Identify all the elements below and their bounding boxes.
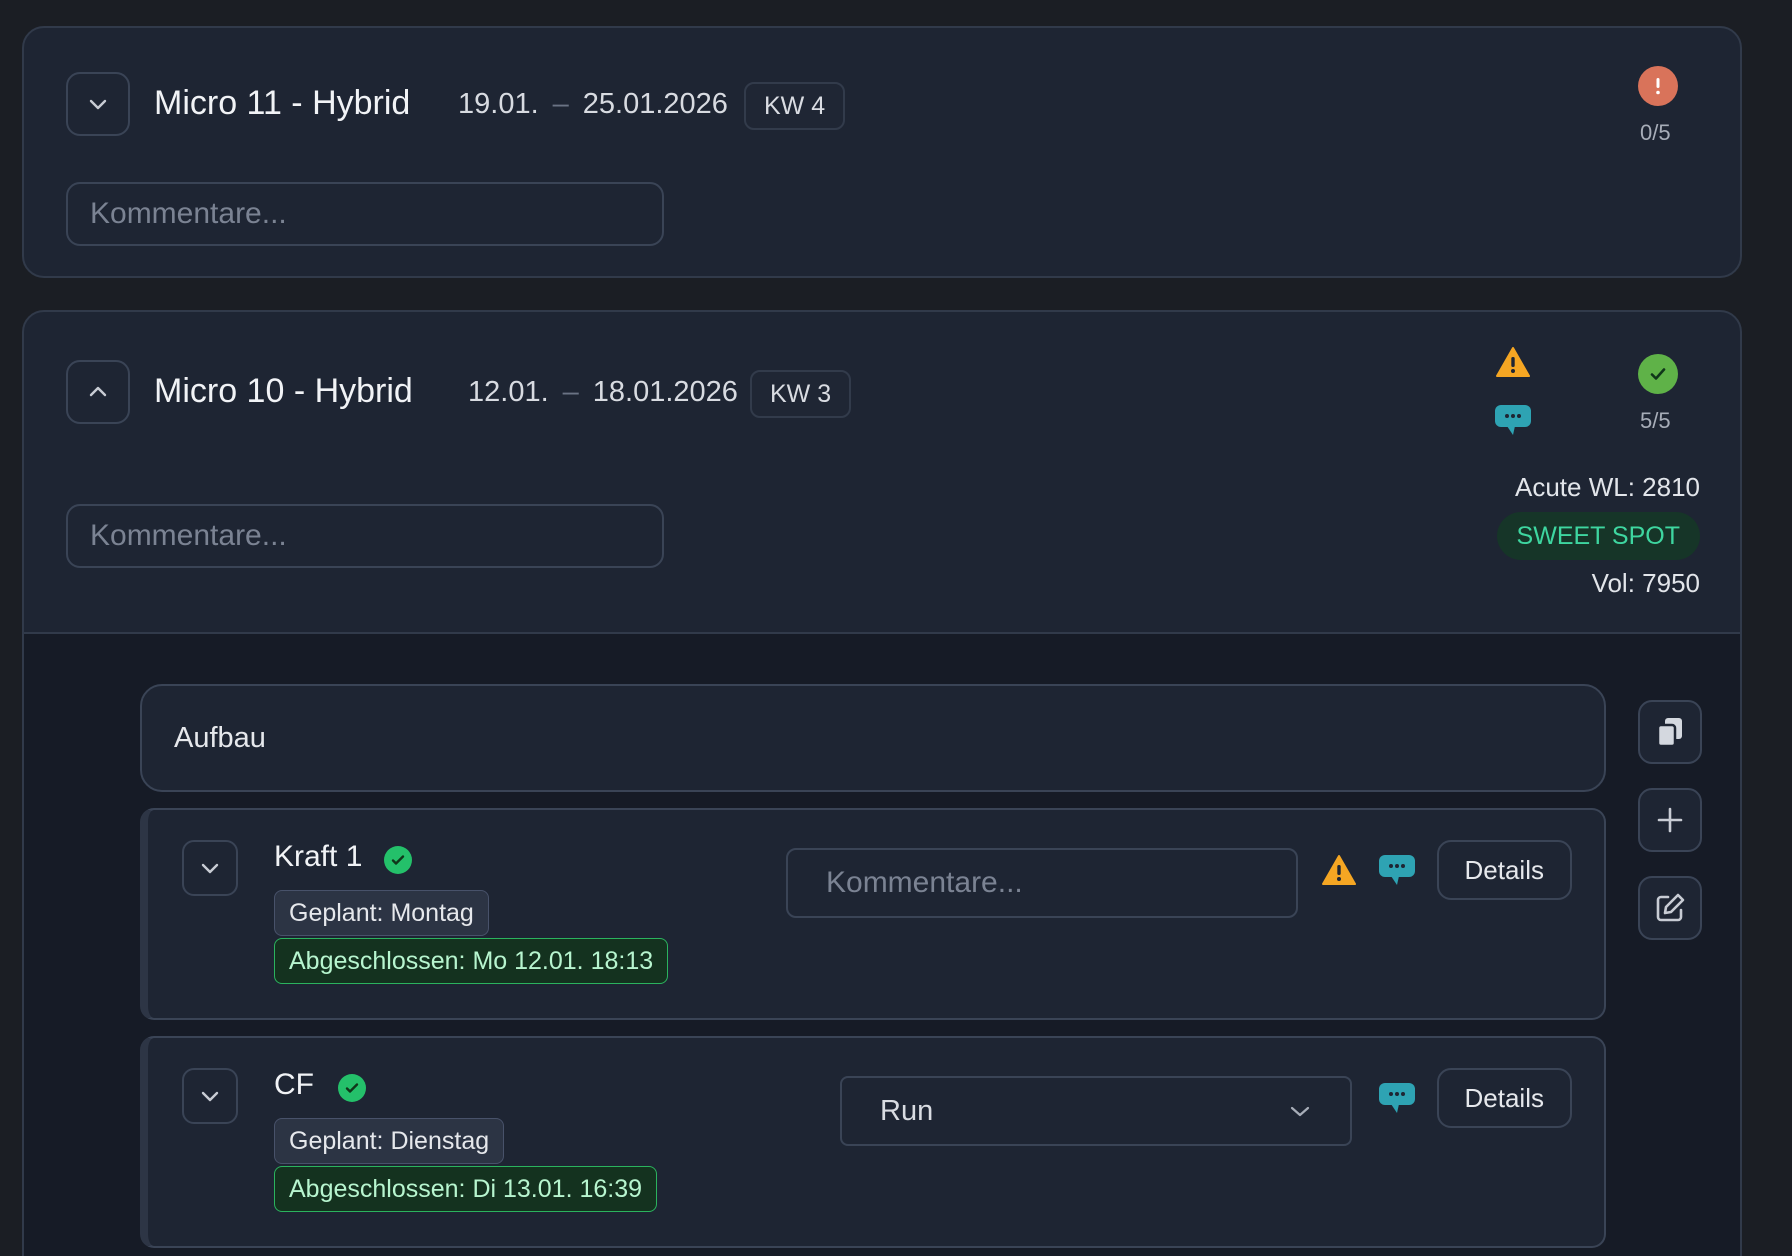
- copy-icon: [1656, 718, 1682, 748]
- page: Micro 11 - Hybrid 19.01. –25.01.2026 KW 4…: [0, 0, 1792, 1256]
- micro-dates: 12.01. –18.01.2026: [468, 376, 738, 409]
- workout-card: Kraft 1 Geplant: Montag Abgeschlossen: M…: [140, 808, 1606, 1020]
- section-header[interactable]: Aufbau: [140, 684, 1606, 792]
- chat-icon[interactable]: [1494, 404, 1532, 438]
- acute-workload: Acute WL: 2810: [1515, 472, 1700, 502]
- edit-button[interactable]: [1638, 876, 1702, 940]
- section-label: Aufbau: [174, 721, 266, 754]
- check-icon: [338, 1074, 366, 1102]
- date-end: 25.01.2026: [582, 88, 728, 120]
- expand-workout-button[interactable]: [182, 840, 238, 896]
- check-icon: [384, 846, 412, 874]
- copy-button[interactable]: [1638, 700, 1702, 764]
- micro-title: Micro 11 - Hybrid: [154, 84, 411, 122]
- workout-name: Kraft 1: [274, 840, 363, 873]
- edit-icon: [1656, 893, 1685, 922]
- workout-comment-input[interactable]: [786, 848, 1298, 918]
- volume: Vol: 7950: [1591, 568, 1700, 598]
- chevron-down-icon: [201, 1091, 219, 1102]
- chat-icon[interactable]: [1378, 1082, 1416, 1116]
- micro-card-11: Micro 11 - Hybrid 19.01. –25.01.2026 KW 4…: [22, 26, 1742, 278]
- alert-icon: [1638, 66, 1678, 106]
- completed-badge: Abgeschlossen: Mo 12.01. 18:13: [274, 938, 669, 984]
- chevron-up-icon: [89, 386, 107, 397]
- week-badge: KW 4: [744, 82, 846, 130]
- planned-badge: Geplant: Montag: [274, 890, 489, 936]
- date-separator: –: [552, 88, 569, 120]
- plus-icon: [1657, 807, 1683, 833]
- micro-dates: 19.01. –25.01.2026: [458, 88, 728, 121]
- workout-card: CF Geplant: Dienstag Abgeschlossen: Di 1…: [140, 1036, 1606, 1248]
- chevron-down-icon: [201, 863, 219, 874]
- week-badge: KW 3: [750, 370, 852, 418]
- activity-select[interactable]: Run: [840, 1076, 1352, 1146]
- comment-input[interactable]: [66, 504, 664, 568]
- micro-card-10: Micro 10 - Hybrid 12.01. –18.01.2026 KW 3…: [22, 310, 1742, 1256]
- expand-toggle-button[interactable]: [66, 72, 130, 136]
- complete-icon: [1638, 354, 1678, 394]
- completed-badge: Abgeschlossen: Di 13.01. 16:39: [274, 1166, 658, 1212]
- collapse-toggle-button[interactable]: [66, 360, 130, 424]
- planned-badge: Geplant: Dienstag: [274, 1118, 505, 1164]
- expand-workout-button[interactable]: [182, 1068, 238, 1124]
- date-start: 19.01.: [458, 88, 539, 120]
- chat-icon[interactable]: [1378, 854, 1416, 888]
- date-separator: –: [562, 376, 579, 408]
- comment-input[interactable]: [66, 182, 664, 246]
- chevron-down-icon: [1290, 1106, 1310, 1117]
- add-button[interactable]: [1638, 788, 1702, 852]
- date-end: 18.01.2026: [592, 376, 738, 408]
- zone-badge: SWEET SPOT: [1496, 512, 1700, 560]
- select-value: Run: [880, 1094, 934, 1127]
- chevron-down-icon: [89, 99, 107, 110]
- warning-icon: [1322, 855, 1356, 885]
- completion-count: 5/5: [1640, 408, 1671, 433]
- completion-count: 0/5: [1640, 120, 1671, 145]
- details-button[interactable]: Details: [1436, 1068, 1572, 1128]
- warning-icon: [1496, 347, 1530, 377]
- workout-name: CF: [274, 1068, 314, 1101]
- details-button[interactable]: Details: [1436, 840, 1572, 900]
- date-start: 12.01.: [468, 376, 549, 408]
- micro-title: Micro 10 - Hybrid: [154, 372, 413, 410]
